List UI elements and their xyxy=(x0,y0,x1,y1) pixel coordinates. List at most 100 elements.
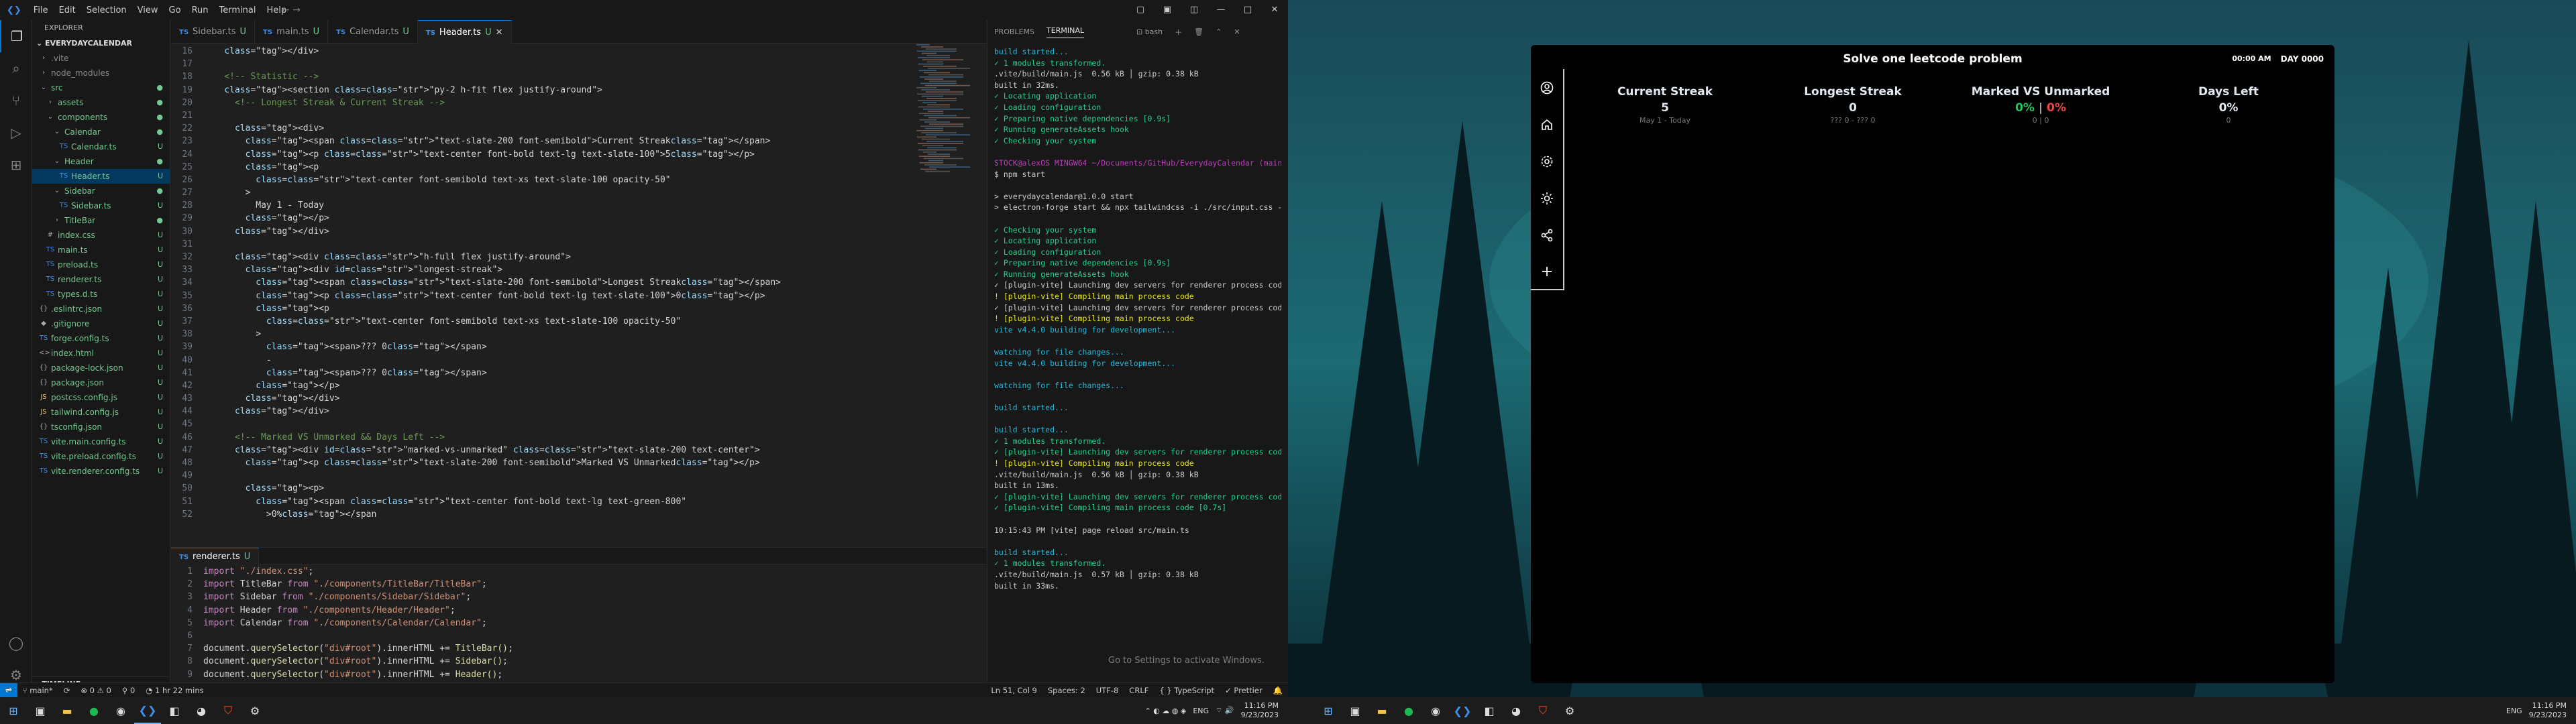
tree-item[interactable]: › assets ● xyxy=(32,95,170,110)
code-line[interactable]: 39 class="tag"><span>??? 0class="tag"></… xyxy=(171,341,986,353)
code-line[interactable]: 42 class="tag"></p> xyxy=(171,379,986,392)
tree-item[interactable]: ◆ .gitignore U xyxy=(32,316,170,331)
terminal-shell-label[interactable]: ⊡ bash xyxy=(1136,27,1163,36)
home-icon[interactable] xyxy=(1531,106,1564,143)
sun-icon[interactable] xyxy=(1531,180,1564,217)
editor-tab[interactable]: TS Calendar.ts U xyxy=(328,20,418,44)
layout-toggle-icon[interactable]: ▢ xyxy=(1127,0,1154,20)
code-editor-top[interactable]: 16 class="tag"></div> 17 18 <!-- Statistic… xyxy=(171,44,986,545)
tree-item[interactable]: TS vite.main.config.ts U xyxy=(32,434,170,449)
problems-indicator[interactable]: ⊗ 0 ⚠ 0 xyxy=(75,686,117,695)
time-tracker[interactable]: ◔ 1 hr 22 mins xyxy=(140,686,209,695)
prettier-status[interactable]: ✓ Prettier xyxy=(1220,686,1268,695)
tree-item[interactable]: {} tsconfig.json U xyxy=(32,420,170,434)
code-line[interactable]: 30 class="tag"></div> xyxy=(171,225,986,238)
tray-icons[interactable]: ⌃ ◐ ☁ ◍ ◈ xyxy=(1144,707,1186,715)
obs-icon[interactable]: ◉ xyxy=(1422,697,1449,724)
minimap[interactable] xyxy=(916,44,977,178)
code-line[interactable]: 29 class="tag"></p> xyxy=(171,212,986,225)
trash-icon[interactable]: 🗑 xyxy=(1194,27,1203,36)
code-line[interactable]: 51 class="tag"><span class=class="str">"… xyxy=(171,495,986,508)
tree-item[interactable]: JS postcss.config.js U xyxy=(32,390,170,405)
close-tab-icon[interactable]: ✕ xyxy=(496,27,503,38)
language-indicator[interactable]: ENG xyxy=(1193,707,1209,715)
tree-item[interactable]: ⌄ src ● xyxy=(32,80,170,95)
code-line[interactable]: 19 class="tag"><section class=class="str… xyxy=(171,84,986,97)
encoding[interactable]: UTF-8 xyxy=(1091,686,1124,695)
code-line[interactable]: 2 import TitleBar from "./components/Titl… xyxy=(171,578,986,591)
code-line[interactable]: 5 import Calendar from "./components/Cale… xyxy=(171,617,986,629)
account-icon[interactable]: ◯ xyxy=(0,627,32,659)
menu-file[interactable]: File xyxy=(28,5,54,15)
code-line[interactable]: 41 class="tag"><span>??? 0class="tag"></… xyxy=(171,367,986,379)
tree-item[interactable]: ⌄ Header ● xyxy=(32,154,170,169)
code-line[interactable]: 33 class="tag"><div id=class="str">"long… xyxy=(171,263,986,276)
code-line[interactable]: 46 <!-- Marked VS Unmarked && Days Left … xyxy=(171,431,986,444)
code-line[interactable]: 3 import Sidebar from "./components/Sideb… xyxy=(171,591,986,603)
code-line[interactable]: 48 class="tag"><p class=class="str">"tex… xyxy=(171,457,986,469)
github-icon[interactable]: ◕ xyxy=(188,697,215,724)
tree-item[interactable]: › .vite xyxy=(32,51,170,66)
start-icon[interactable]: ⊞ xyxy=(1315,697,1342,724)
code-line[interactable]: 1 import "./index.css"; xyxy=(171,565,986,578)
indentation[interactable]: Spaces: 2 xyxy=(1042,686,1091,695)
tree-item[interactable]: ⌄ Calendar ● xyxy=(32,125,170,139)
obs-icon[interactable]: ◉ xyxy=(107,697,134,724)
maximize-button[interactable]: □ xyxy=(1234,0,1261,20)
chevron-up-icon[interactable]: ⌃ xyxy=(1216,27,1222,36)
ports-indicator[interactable]: ⚲ 0 xyxy=(117,686,140,695)
code-line[interactable]: 43 class="tag"></div> xyxy=(171,392,986,405)
code-line[interactable]: 20 <!-- Longest Streak & Current Streak … xyxy=(171,97,986,109)
run-debug-icon[interactable]: ▷ xyxy=(0,117,32,149)
code-line[interactable]: 35 class="tag"><p class=class="str">"tex… xyxy=(171,290,986,302)
menu-view[interactable]: View xyxy=(132,5,164,15)
clock[interactable]: 11:16 PM 9/23/2023 xyxy=(1241,701,1279,720)
github-icon[interactable]: ◕ xyxy=(1503,697,1529,724)
tree-item[interactable]: TS forge.config.ts U xyxy=(32,331,170,346)
code-line[interactable]: 4 import Header from "./components/Header… xyxy=(171,604,986,617)
sync-icon[interactable]: ⟳ xyxy=(58,686,76,695)
code-line[interactable]: 44 class="tag"></div> xyxy=(171,405,986,418)
code-line[interactable]: 23 class="tag"><span class=class="str">"… xyxy=(171,135,986,147)
code-line[interactable]: 36 class="tag"><p xyxy=(171,302,986,315)
new-terminal-icon[interactable]: ＋ xyxy=(1175,27,1182,38)
code-line[interactable]: 31 xyxy=(171,238,986,251)
tree-item[interactable]: TS Sidebar.ts U xyxy=(32,198,170,213)
menu-edit[interactable]: Edit xyxy=(54,5,81,15)
code-line[interactable]: 18 <!-- Statistic --> xyxy=(171,70,986,83)
language-indicator[interactable]: ENG xyxy=(2506,707,2522,715)
end-of-line[interactable]: CRLF xyxy=(1124,686,1154,695)
code-line[interactable]: 34 class="tag"><span class=class="str">"… xyxy=(171,276,986,289)
tree-item[interactable]: ⌄ Sidebar ● xyxy=(32,184,170,198)
code-line[interactable]: 17 xyxy=(171,58,986,70)
clock[interactable]: 11:16 PM 9/23/2023 xyxy=(2529,701,2567,720)
code-line[interactable]: 22 class="tag"><div> xyxy=(171,122,986,135)
explorer-icon[interactable]: ❐ xyxy=(0,20,32,52)
tab-terminal[interactable]: TERMINAL xyxy=(1046,26,1084,38)
settings-app-icon[interactable]: ⚙ xyxy=(241,697,268,724)
tree-item[interactable]: › node_modules xyxy=(32,66,170,80)
file-explorer-icon[interactable]: ▬ xyxy=(54,697,80,724)
share-icon[interactable] xyxy=(1531,217,1564,253)
code-line[interactable]: 9 document.querySelector("div#root").inne… xyxy=(171,668,986,681)
code-line[interactable]: 38 > xyxy=(171,328,986,341)
code-line[interactable]: 21 xyxy=(171,109,986,122)
code-line[interactable]: 32 class="tag"><div class=class="str">"h… xyxy=(171,251,986,263)
tree-item[interactable]: TS vite.preload.config.ts U xyxy=(32,449,170,464)
code-line[interactable]: 27 > xyxy=(171,186,986,199)
tree-item[interactable]: TS preload.ts U xyxy=(32,257,170,272)
code-line[interactable]: 25 class="tag"><p xyxy=(171,161,986,174)
terminal-output[interactable]: build started... ✓ 1 modules transformed.… xyxy=(987,44,1288,594)
start-icon[interactable]: ⊞ xyxy=(0,697,27,724)
menu-run[interactable]: Run xyxy=(186,5,214,15)
code-line[interactable]: 52 >0%class="tag"></span xyxy=(171,508,986,521)
code-line[interactable]: 7 document.querySelector("div#root").inne… xyxy=(171,642,986,655)
layout-toggle-icon[interactable]: ◫ xyxy=(1181,0,1208,20)
source-control-icon[interactable]: ⑂ xyxy=(0,84,32,117)
code-editor-bottom[interactable]: 1 import "./index.css"; 2 import TitleBar f… xyxy=(171,565,986,699)
user-icon[interactable] xyxy=(1531,69,1564,106)
spotify-icon[interactable]: ● xyxy=(1395,697,1422,724)
vscode-icon[interactable]: ❮❯ xyxy=(1449,697,1476,724)
code-line[interactable]: 26 class=class="str">"text-center font-s… xyxy=(171,174,986,186)
close-button[interactable]: ✕ xyxy=(1261,0,1288,20)
